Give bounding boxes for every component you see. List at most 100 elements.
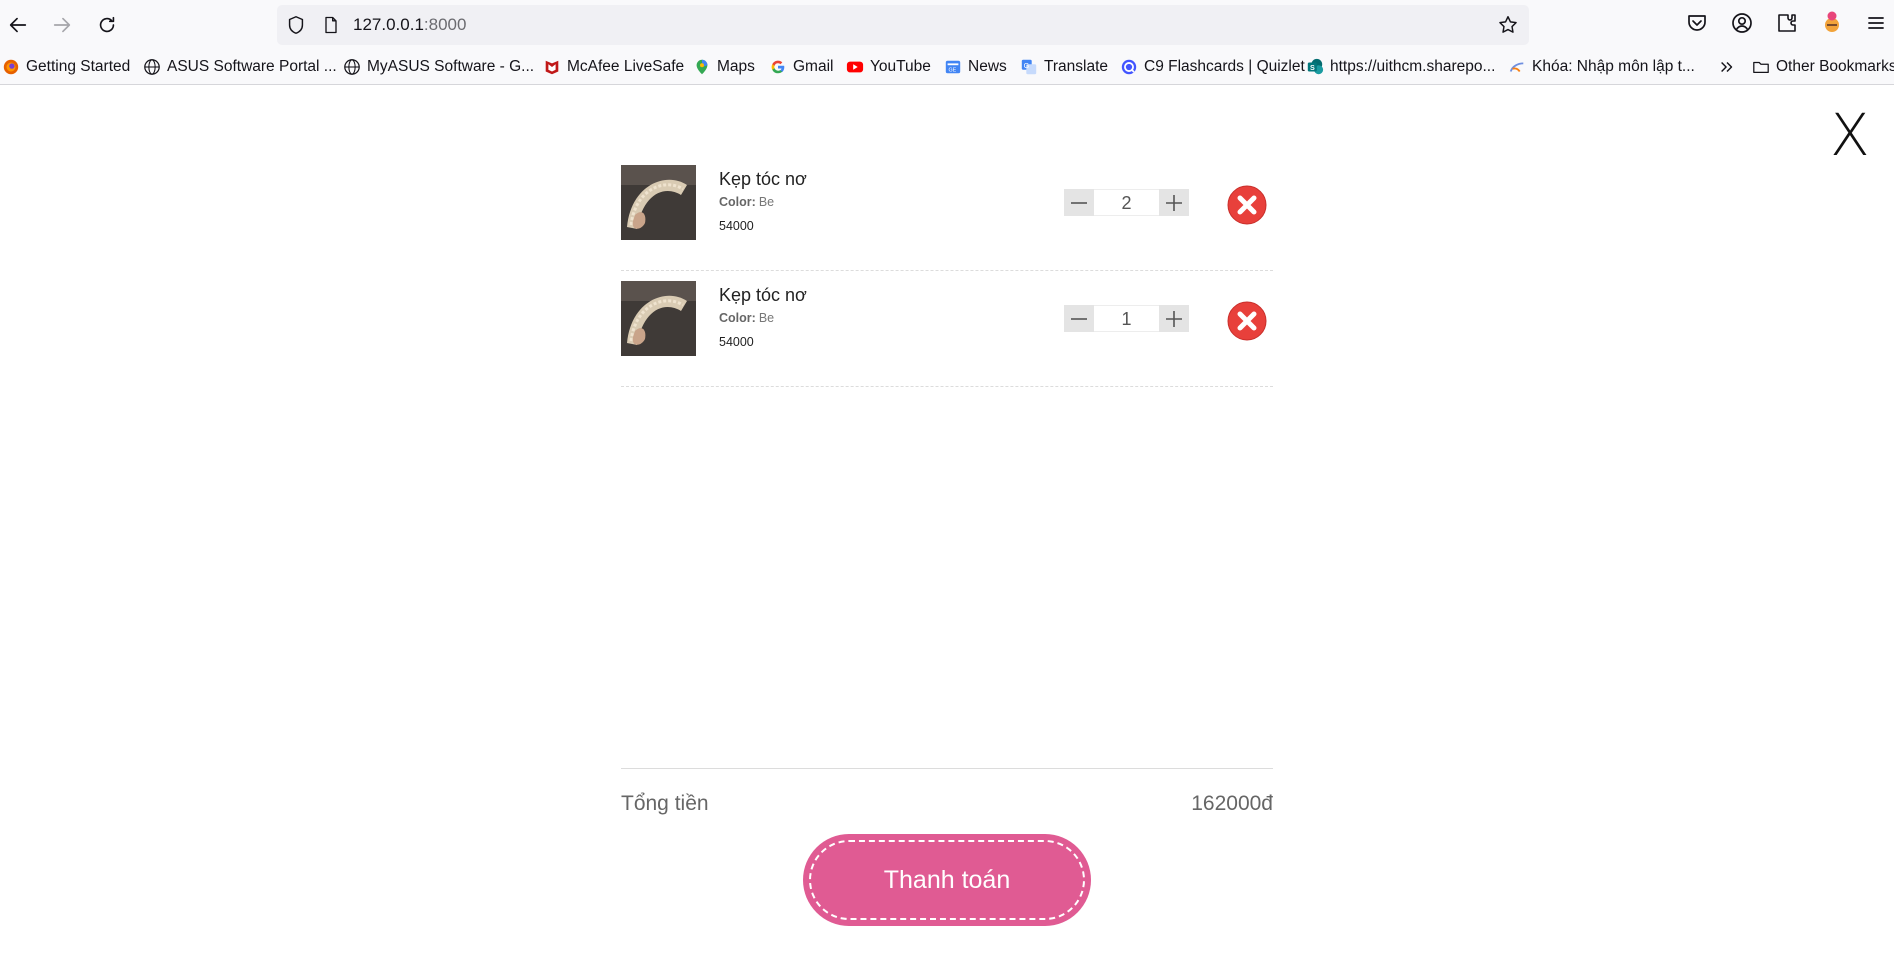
other-bookmarks[interactable]: Other Bookmarks [1752,56,1894,78]
youtube-icon [846,58,864,76]
bookmark-translate[interactable]: G Translate [1020,56,1108,78]
google-icon [769,58,787,76]
headband-photo [621,165,696,240]
globe-icon [343,58,361,76]
page-icon[interactable] [321,15,341,35]
increase-quantity-button[interactable] [1159,189,1189,216]
remove-x-icon [1227,301,1267,341]
cart-list: Kẹp tóc nơ Color: Be 54000 2 Kẹp tóc nơ … [621,155,1273,387]
chevron-double-right-icon [1718,58,1736,76]
extensions-icon [1778,14,1796,32]
bookmark-star-icon[interactable] [1497,14,1519,36]
svg-text:GE: GE [949,68,957,74]
svg-text:S: S [1310,63,1315,72]
pocket-icon [1688,15,1706,31]
bookmark-getting-started[interactable]: Getting Started [2,56,130,78]
minus-icon [1071,317,1087,320]
bookmark-mcafee[interactable]: McAfee LiveSafe [543,56,684,78]
bookmark-asus-portal[interactable]: ASUS Software Portal ... [143,56,337,78]
increase-quantity-button[interactable] [1159,305,1189,332]
bookmark-gmail[interactable]: Gmail [769,56,833,78]
bookmark-label: McAfee LiveSafe [567,58,685,75]
bookmark-sharepoint[interactable]: S https://uithcm.sharepo... [1306,56,1495,78]
maps-pin-icon [693,58,711,76]
reload-button[interactable] [91,9,123,41]
globe-icon [143,58,161,76]
remove-item-button[interactable] [1227,301,1267,341]
news-icon: GE [944,58,962,76]
url-text[interactable]: 127.0.0.1:8000 [353,15,466,35]
account-icon [1732,13,1752,33]
bookmark-news[interactable]: GE News [944,56,1007,78]
product-image[interactable] [621,165,696,240]
product-image[interactable] [621,281,696,356]
decrease-quantity-button[interactable] [1064,189,1094,216]
product-name[interactable]: Kẹp tóc nơ [719,169,807,190]
product-price: 54000 [719,219,754,233]
bookmark-maps[interactable]: Maps [693,56,755,78]
headband-photo [621,281,696,356]
bookmark-label: Gmail [793,58,834,75]
sharepoint-icon: S [1306,58,1324,76]
decrease-quantity-button[interactable] [1064,305,1094,332]
bookmarks-bar: Getting Started ASUS Software Portal ...… [0,50,1894,85]
pocket-button[interactable] [1685,11,1709,40]
bookmark-label: C9 Flashcards | Quizlet [1144,58,1305,75]
svg-text:G: G [1024,61,1030,70]
menu-button[interactable] [1864,11,1888,40]
folder-icon [1752,58,1770,76]
bookmark-label: Maps [717,58,755,75]
product-price: 54000 [719,335,754,349]
moodle-icon [1508,58,1526,76]
url-port: :8000 [423,15,467,34]
forward-arrow-icon [53,17,71,33]
product-name[interactable]: Kẹp tóc nơ [719,285,807,306]
quizlet-icon [1120,58,1138,76]
bookmark-quizlet[interactable]: C9 Flashcards | Quizlet [1120,56,1305,78]
plus-icon [1166,194,1182,211]
url-bar[interactable]: 127.0.0.1:8000 [277,5,1529,45]
other-bookmarks-label: Other Bookmarks [1776,58,1894,75]
color-value: Be [758,195,775,209]
cart-total: Tổng tiền 162000đ [621,768,1273,818]
bookmark-label: Getting Started [26,58,131,75]
bookmark-label: https://uithcm.sharepo... [1330,58,1496,75]
url-host: 127.0.0.1 [353,15,424,34]
translate-icon: G [1020,58,1038,76]
shield-icon[interactable] [285,14,307,36]
quantity-input[interactable]: 1 [1094,305,1159,332]
bookmark-label: News [968,58,1007,75]
reload-icon [99,16,115,33]
cart-item: Kẹp tóc nơ Color: Be 54000 2 [621,155,1273,271]
profile-avatar-icon [1825,11,1839,32]
bookmark-label: YouTube [870,58,931,75]
bookmarks-overflow-button[interactable] [1718,56,1742,78]
bookmark-khoa[interactable]: Khóa: Nhập môn lập t... [1508,56,1695,78]
minus-icon [1071,201,1087,204]
total-value: 162000đ [1191,792,1273,815]
close-cart-button[interactable]: X [1830,105,1870,165]
bookmark-youtube[interactable]: YouTube [846,56,931,78]
quantity-stepper: 2 [1064,189,1189,216]
color-label: Color: [719,311,756,325]
remove-x-icon [1227,185,1267,225]
quantity-input[interactable]: 2 [1094,189,1159,216]
back-button[interactable] [2,9,34,41]
product-color: Color: Be [719,195,774,209]
plus-icon [1166,310,1182,327]
bookmark-label: Khóa: Nhập môn lập t... [1532,58,1695,75]
product-color: Color: Be [719,311,774,325]
checkout-button[interactable]: Thanh toán [803,834,1091,926]
mcafee-icon [543,58,561,76]
bookmark-label: Translate [1044,58,1109,75]
bookmark-label: ASUS Software Portal ... [167,58,337,75]
remove-item-button[interactable] [1227,185,1267,225]
bookmark-myasus[interactable]: MyASUS Software - G... [343,56,534,78]
back-arrow-icon [9,17,27,33]
profile-avatar-button[interactable] [1820,11,1844,40]
forward-button[interactable] [46,9,78,41]
extensions-button[interactable] [1775,11,1799,40]
firefox-icon [2,58,20,76]
account-button[interactable] [1730,11,1754,40]
checkout-label: Thanh toán [883,865,1011,894]
